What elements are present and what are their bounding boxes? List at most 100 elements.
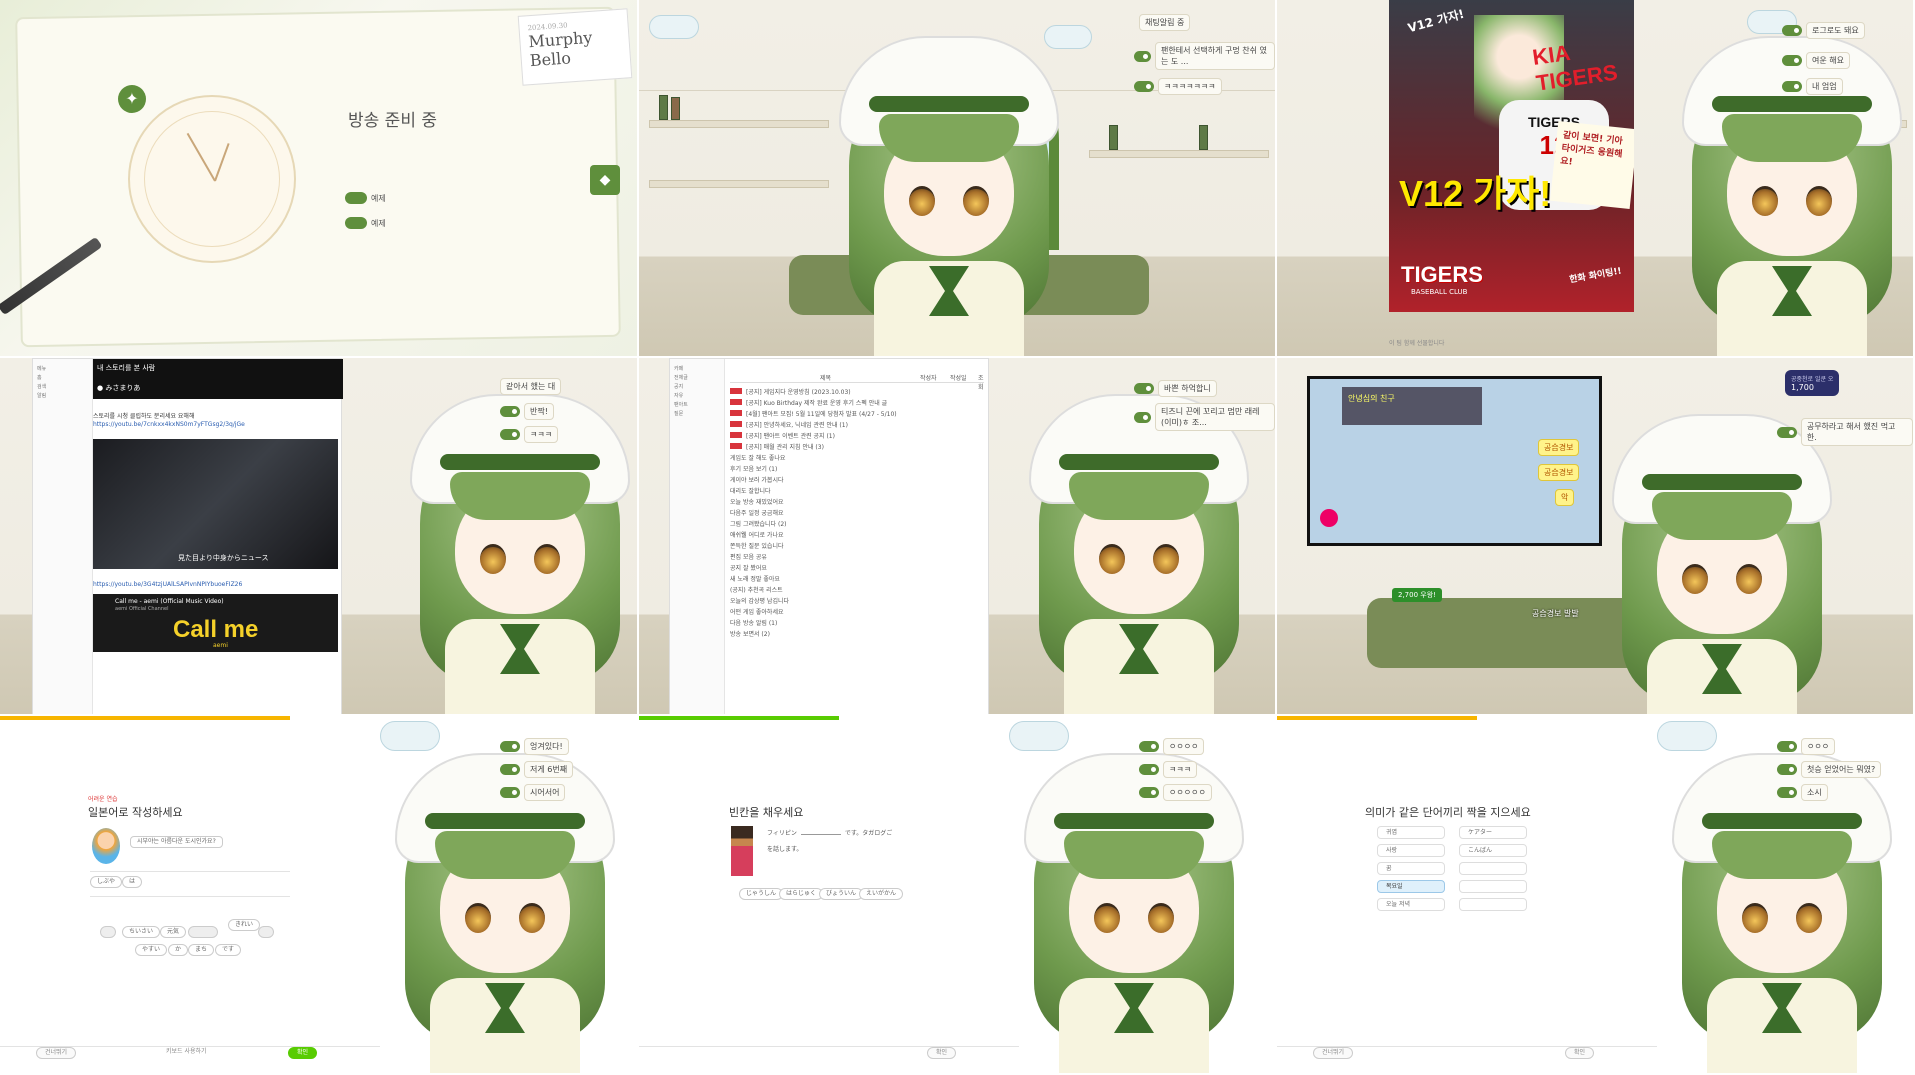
match-left-selected[interactable]: 목요일 [1377,880,1445,893]
forum-row[interactable]: [공지] 게임지다 운영방침 (2023.10.03) [730,387,985,396]
forum-row[interactable]: 쫀득한 질문 있습니다 [730,541,985,550]
skip-button[interactable]: 건너뛰기 [36,1047,77,1059]
alert-button[interactable]: 공습경보 [1538,439,1580,456]
option-1[interactable]: 예제 [345,192,386,204]
forum-row[interactable]: 게임도 잘 해도 좋나요 [730,453,985,462]
kia-tigers-poster: V12 가자! KIA TIGERS TIGERS 12 같이 보면! 기아타이거… [1389,0,1634,312]
keyboard-toggle[interactable]: 키보드 사용하기 [158,1047,215,1059]
chat-header: 채팅알림 중 [1139,14,1191,31]
alert-button[interactable]: 공습경보 [1538,464,1580,481]
answer-word[interactable]: は [122,876,143,888]
word-choice[interactable]: はらじゅく [779,888,824,900]
forum-row[interactable]: 오늘 방송 재밌었어요 [730,497,985,506]
poster-v12-small: V12 가자! [1406,6,1466,36]
word-choice[interactable]: ちいさい [122,926,161,938]
forum-page: 카페 전체글 공지 자유 팬아트 질문 제목 작성자 작성일 조회 [공지] 게임지다 운… [669,358,989,714]
name-card-name: Murphy Bello [527,27,593,71]
chat-banner: 2,700 우왕! [1392,588,1442,602]
alert-popup: 안녕심의 친구 공습경보 공습경보 악 [1307,376,1602,546]
forum-columns: 제목 작성자 작성일 조회 [730,373,984,391]
word-choice[interactable]: 元気 [160,926,187,938]
video-thumbnail-2[interactable]: Call me - aemi (Official Music Video) ae… [93,594,338,652]
forum-row[interactable]: 대리도 잘합니다 [730,486,985,495]
forum-row[interactable]: 다음주 일정 궁금해요 [730,508,985,517]
match-left[interactable]: 귀엽 [1377,826,1445,839]
panel-social: 메뉴 홈 검색 알림 내 스토리를 본 사람 ● みさまりあ 스토리를 시청 클립하도… [0,358,639,716]
chat-message: 로그로도 돼요 [1782,22,1865,39]
popup-title: 안녕심의 친구 [1342,387,1482,425]
progress-bar [639,716,839,720]
forum-row[interactable]: [공지] 매월 관리 지침 안내 (3) [730,442,985,451]
match-right[interactable] [1459,880,1527,893]
forum-row[interactable]: [4월] 팬아트 모집! 5월 11일에 당첨자 발표 (4/27 - 5/10… [730,409,985,418]
alert-button[interactable]: 악 [1555,489,1575,506]
word-choice[interactable]: びょういん [819,888,864,900]
donation-box: 공중천로 일쿤 오 1,700 [1785,370,1840,396]
forum-row[interactable]: 새 노래 정말 좋아요 [730,574,985,583]
forum-row[interactable]: 후기 모음 보기 (1) [730,464,985,473]
panel-poster: V12 가자! KIA TIGERS TIGERS 12 같이 보면! 기아타이거… [1277,0,1915,358]
ghost-icon [1320,509,1338,527]
forum-row[interactable]: [공지] 팬아트 이벤트 관련 공지 (1) [730,431,985,440]
used-slot [258,926,274,938]
forum-row[interactable]: 어떤 게임 좋아하세요 [730,607,985,616]
character-icon [731,826,753,876]
video-thumbnail-1[interactable]: 見た目より中身からニュース [93,439,338,569]
option-2[interactable]: 예제 [345,217,386,229]
chat-message: ㅋㅋㅋㅋㅋㅋㅋ [1134,78,1222,95]
word-choice[interactable]: です [215,944,242,956]
chat-message: 첫승 얻었어는 뭐였? [1777,761,1882,778]
quiz-title: 의미가 같은 단어끼리 짝을 지으세요 [1365,806,1531,819]
used-slot [100,926,116,938]
forum-row[interactable]: 게이야 보러 가봅시다 [730,475,985,484]
word-choice[interactable]: まち [188,944,215,956]
used-slot [188,926,218,938]
answer-word[interactable]: しぶや [90,876,123,888]
progress-bar [0,716,290,720]
forum-row[interactable]: 방송 보면서 (2) [730,629,985,638]
forum-sidebar: 카페 전체글 공지 자유 팬아트 질문 [670,359,725,714]
check-button[interactable]: 확인 [927,1047,957,1059]
word-choice[interactable]: きれい [228,919,261,931]
match-left[interactable]: 오늘 저녁 [1377,898,1445,911]
check-button[interactable]: 확인 [1565,1047,1595,1059]
match-right[interactable]: こんばん [1459,844,1527,857]
match-right[interactable] [1459,898,1527,911]
forum-row[interactable]: 애쉬웰 어디로 가나요 [730,530,985,539]
forum-row[interactable]: 다음 방송 알림 (1) [730,618,985,627]
post-link-2[interactable]: https://youtu.be/3G4tzjUAlLSAPIvnNPIYbuo… [93,581,242,588]
check-button[interactable]: 확인 [288,1047,318,1059]
panel-alert: 안녕심의 친구 공습경보 공습경보 악 2,700 우왕! 공습경보 발발 공중… [1277,358,1915,716]
chat-message: 공무하라고 해서 했진 먹고 한. [1777,418,1913,446]
forum-row[interactable]: [공지] 안녕하세요, 닉네임 관련 안내 (1) [730,420,985,429]
forum-row[interactable]: [공지] Kuo Birthday 제작 완료 운영 후기 스펙 안내 글 [730,398,985,407]
panel-quiz-match: 의미가 같은 단어끼리 짝을 지으세요 귀엽 사랑 꿈 목요일 오늘 저녁 ケア… [1277,716,1915,1075]
forum-row[interactable]: 그림 그려봤습니다 (2) [730,519,985,528]
forum-row[interactable]: 오늘의 감상평 남깁니다 [730,596,985,605]
word-choice[interactable]: か [168,944,189,956]
clock [128,95,296,263]
clover-icon: ✦ [118,85,146,113]
next-arrow-button[interactable]: ◆ [590,165,620,195]
word-choice[interactable]: じゃうしん [739,888,784,900]
quiz-title: 빈칸을 채우세요 [729,806,804,819]
match-left[interactable]: 사랑 [1377,844,1445,857]
story-header: 내 스토리를 본 사람 ● みさまりあ [93,359,343,399]
standby-title: 방송 준비 중 [348,111,438,131]
word-choice[interactable]: えいがかん [859,888,904,900]
page-sidebar: 메뉴 홈 검색 알림 [33,359,93,714]
forum-row[interactable]: 편집 모음 공유 [730,552,985,561]
skip-button[interactable]: 건너뛰기 [1313,1047,1354,1059]
match-left[interactable]: 꿈 [1377,862,1445,875]
match-right[interactable] [1459,862,1527,875]
chat-message: 같아서 했는 대 [500,378,562,395]
match-right[interactable]: ケアター [1459,826,1527,839]
forum-row[interactable]: 공지 잘 봤어요 [730,563,985,572]
avatar-character [1019,384,1259,714]
word-choice[interactable]: やすい [135,944,168,956]
chat-message: ㅇㅇㅇ [1777,738,1836,755]
poster-note: 같이 보면! 기아타이거즈 응원해요! [1550,121,1634,209]
forum-row[interactable]: (공지) 추천곡 리스트 [730,585,985,594]
avatar-character [829,26,1069,356]
post-link-1[interactable]: https://youtu.be/7cnkxx4kxNS0m7yFTGsg2/3… [93,421,245,428]
